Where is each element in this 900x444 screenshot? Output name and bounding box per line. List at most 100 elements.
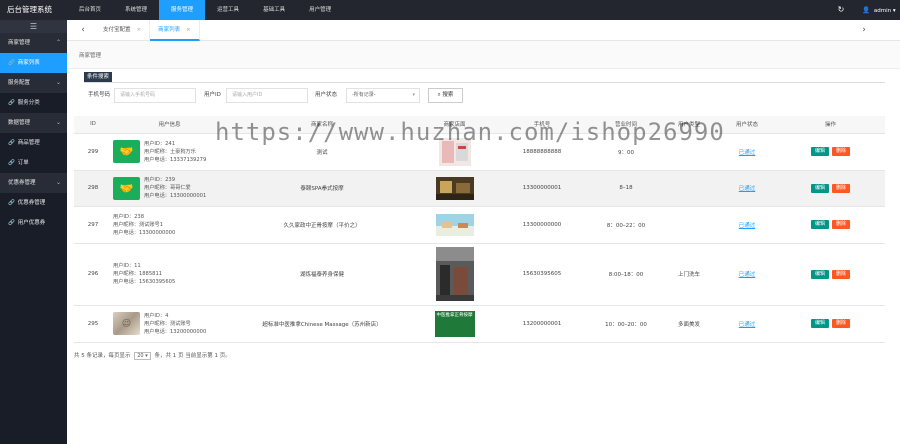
user-id: 用户ID：239	[144, 177, 175, 183]
edit-button[interactable]: 编辑	[810, 183, 829, 193]
topnav-home[interactable]: 后台首页	[67, 0, 113, 20]
topnav-operation[interactable]: 运营工具	[205, 0, 251, 20]
status-link[interactable]: 已通过	[739, 272, 756, 278]
page-size-select[interactable]: 20 ▾	[134, 352, 151, 360]
delete-button[interactable]: 删除	[832, 269, 851, 279]
chevron-down-icon: ⌄	[55, 179, 61, 186]
phone-input[interactable]: 请输入手机号码	[114, 88, 196, 103]
table-header-row: ID 用户信息 商家名称 商家店面 手机号 营业时间 用户类型 用户状态 操作	[74, 116, 885, 134]
status-link[interactable]: 已通过	[739, 322, 756, 328]
user-nickname: 用户昵称：土豪狗万乐	[144, 148, 196, 155]
table-row: 298 🤝 用户ID：239 用户昵称：哥哥仁爱 用户电话：1330000000…	[74, 170, 885, 207]
storefront-image[interactable]: 中医推拿正骨按摩	[434, 310, 475, 337]
sidebar-item-merchant-list[interactable]: 🔗 商家列表	[0, 53, 67, 73]
cell-id: 295	[74, 305, 112, 343]
topnav-system[interactable]: 系统管理	[113, 0, 159, 20]
edit-button[interactable]: 编辑	[810, 147, 829, 156]
cell-merchant-name: 久久家政中正骨按摩（平价之）	[227, 206, 417, 244]
cell-hours: 10：00–20：00	[592, 305, 660, 343]
sidebar-item-coupon-manage[interactable]: 🔗 优惠券管理	[0, 193, 67, 213]
chevron-down-icon: ⌄	[55, 119, 61, 126]
topnav-service[interactable]: 服务管理	[159, 0, 206, 20]
sidebar-group-coupon[interactable]: 优惠券管理 ⌄	[0, 173, 67, 193]
cell-hours: 8：00–22：00	[592, 206, 660, 244]
col-header-user-type: 用户类型	[660, 116, 718, 134]
search-icon: ⌕	[437, 92, 441, 98]
page-header: 商家管理	[67, 41, 900, 69]
cell-user-type	[660, 206, 718, 244]
tab-bar: ‹ 支付宝配置 × 商家列表 × ›	[67, 20, 900, 41]
cell-actions: 编辑 删除	[776, 206, 885, 244]
cell-storefront: 中医推拿正骨按摩	[417, 305, 492, 343]
delete-button[interactable]: 删除	[832, 183, 851, 193]
topnav-user-manage[interactable]: 用户管理	[297, 0, 343, 20]
tab-scroll-right-icon[interactable]: ›	[854, 20, 874, 41]
status-link[interactable]: 已通过	[739, 186, 756, 192]
cell-status: 已通过	[718, 243, 776, 306]
storefront-image[interactable]	[435, 247, 474, 301]
page-size-value: 20	[137, 353, 144, 359]
topnav-basic-tools[interactable]: 基础工具	[251, 0, 297, 20]
cell-phone: 18888888888	[492, 133, 592, 171]
user-nickname: 用户昵称：哥哥仁爱	[144, 185, 191, 191]
col-header-status: 用户状态	[718, 116, 776, 134]
delete-button[interactable]: 删除	[832, 147, 851, 156]
sidebar-item-service-category[interactable]: 🔗 服务分类	[0, 93, 67, 113]
storefront-image[interactable]	[435, 213, 474, 236]
sidebar-item-label: 用户优惠券	[17, 220, 46, 226]
status-select[interactable]: -所有记录- ▾	[346, 88, 420, 103]
phone-label: 手机号码	[88, 92, 111, 98]
cell-merchant-name: 超标准中医推拿Chinese Massage（苏州新店）	[227, 305, 417, 343]
sidebar-group-data[interactable]: 数据管理 ⌄	[0, 113, 67, 133]
cell-status: 已通过	[718, 133, 776, 171]
user-tel: 用户电话：13300000001	[144, 193, 207, 199]
col-header-hours: 营业时间	[592, 116, 660, 134]
sidebar-group-merchant[interactable]: 商家管理 ⌃	[0, 33, 67, 53]
menu-toggle-icon[interactable]: ☰	[0, 20, 67, 33]
search-button[interactable]: ⌕ 搜索	[428, 88, 463, 103]
cell-user-info: 🤝 用户ID：241 用户昵称：土豪狗万乐 用户电话：13337139279	[112, 133, 227, 171]
sidebar-item-label: 商家管理	[8, 40, 31, 46]
sidebar-item-label: 订单	[17, 160, 29, 166]
cell-id: 298	[74, 170, 112, 207]
user-tel: 用户电话：13200000000	[144, 328, 207, 335]
tab-scroll-left-icon[interactable]: ‹	[73, 20, 93, 41]
storefront-image[interactable]	[435, 176, 474, 200]
user-id: 用户ID：241	[144, 140, 175, 147]
sidebar-item-orders[interactable]: 🔗 订单	[0, 153, 67, 173]
storefront-image[interactable]	[438, 137, 471, 166]
status-select-value: -所有记录-	[352, 92, 376, 98]
close-icon[interactable]: ×	[186, 27, 191, 33]
top-bar: 后台管理系统 后台首页 系统管理 服务管理 运营工具 基础工具 用户管理 ↻ 👤…	[0, 0, 900, 20]
status-link[interactable]: 已通过	[739, 223, 756, 229]
link-icon: 🔗	[8, 60, 15, 66]
tab-alipay-config[interactable]: 支付宝配置 ×	[95, 20, 151, 41]
user-id: 用户ID：238	[113, 213, 144, 220]
delete-button[interactable]: 删除	[832, 220, 851, 229]
col-header-id: ID	[74, 116, 112, 134]
cell-actions: 编辑 删除	[776, 243, 885, 306]
edit-button[interactable]: 编辑	[810, 269, 829, 279]
user-menu[interactable]: 👤 admin ▾	[862, 0, 896, 20]
chevron-down-icon: ▾	[412, 92, 415, 98]
cell-id: 297	[74, 206, 112, 244]
sidebar-item-goods[interactable]: 🔗 商品管理	[0, 133, 67, 153]
sidebar-group-service-config[interactable]: 服务配置 ⌄	[0, 73, 67, 93]
refresh-icon[interactable]: ↻	[836, 4, 846, 16]
tab-list: 支付宝配置 × 商家列表 ×	[95, 20, 200, 41]
top-nav: 后台首页 系统管理 服务管理 运营工具 基础工具 用户管理	[67, 0, 343, 20]
cell-status: 已通过	[718, 305, 776, 343]
edit-button[interactable]: 编辑	[810, 220, 829, 229]
sidebar-item-user-coupon[interactable]: 🔗 用户优惠券	[0, 213, 67, 233]
tab-merchant-list[interactable]: 商家列表 ×	[150, 20, 200, 41]
delete-button[interactable]: 删除	[832, 319, 851, 328]
uid-input[interactable]: 请输入用户ID	[226, 88, 308, 103]
col-header-merchant-name: 商家名称	[227, 116, 417, 134]
cell-storefront	[417, 206, 492, 244]
storefront-image-text: 中医推拿正骨按摩	[436, 312, 473, 318]
status-link[interactable]: 已通过	[739, 150, 756, 156]
user-name: admin	[873, 8, 892, 14]
edit-button[interactable]: 编辑	[810, 319, 829, 328]
close-icon[interactable]: ×	[137, 27, 142, 33]
search-button-label: 搜索	[442, 92, 454, 98]
